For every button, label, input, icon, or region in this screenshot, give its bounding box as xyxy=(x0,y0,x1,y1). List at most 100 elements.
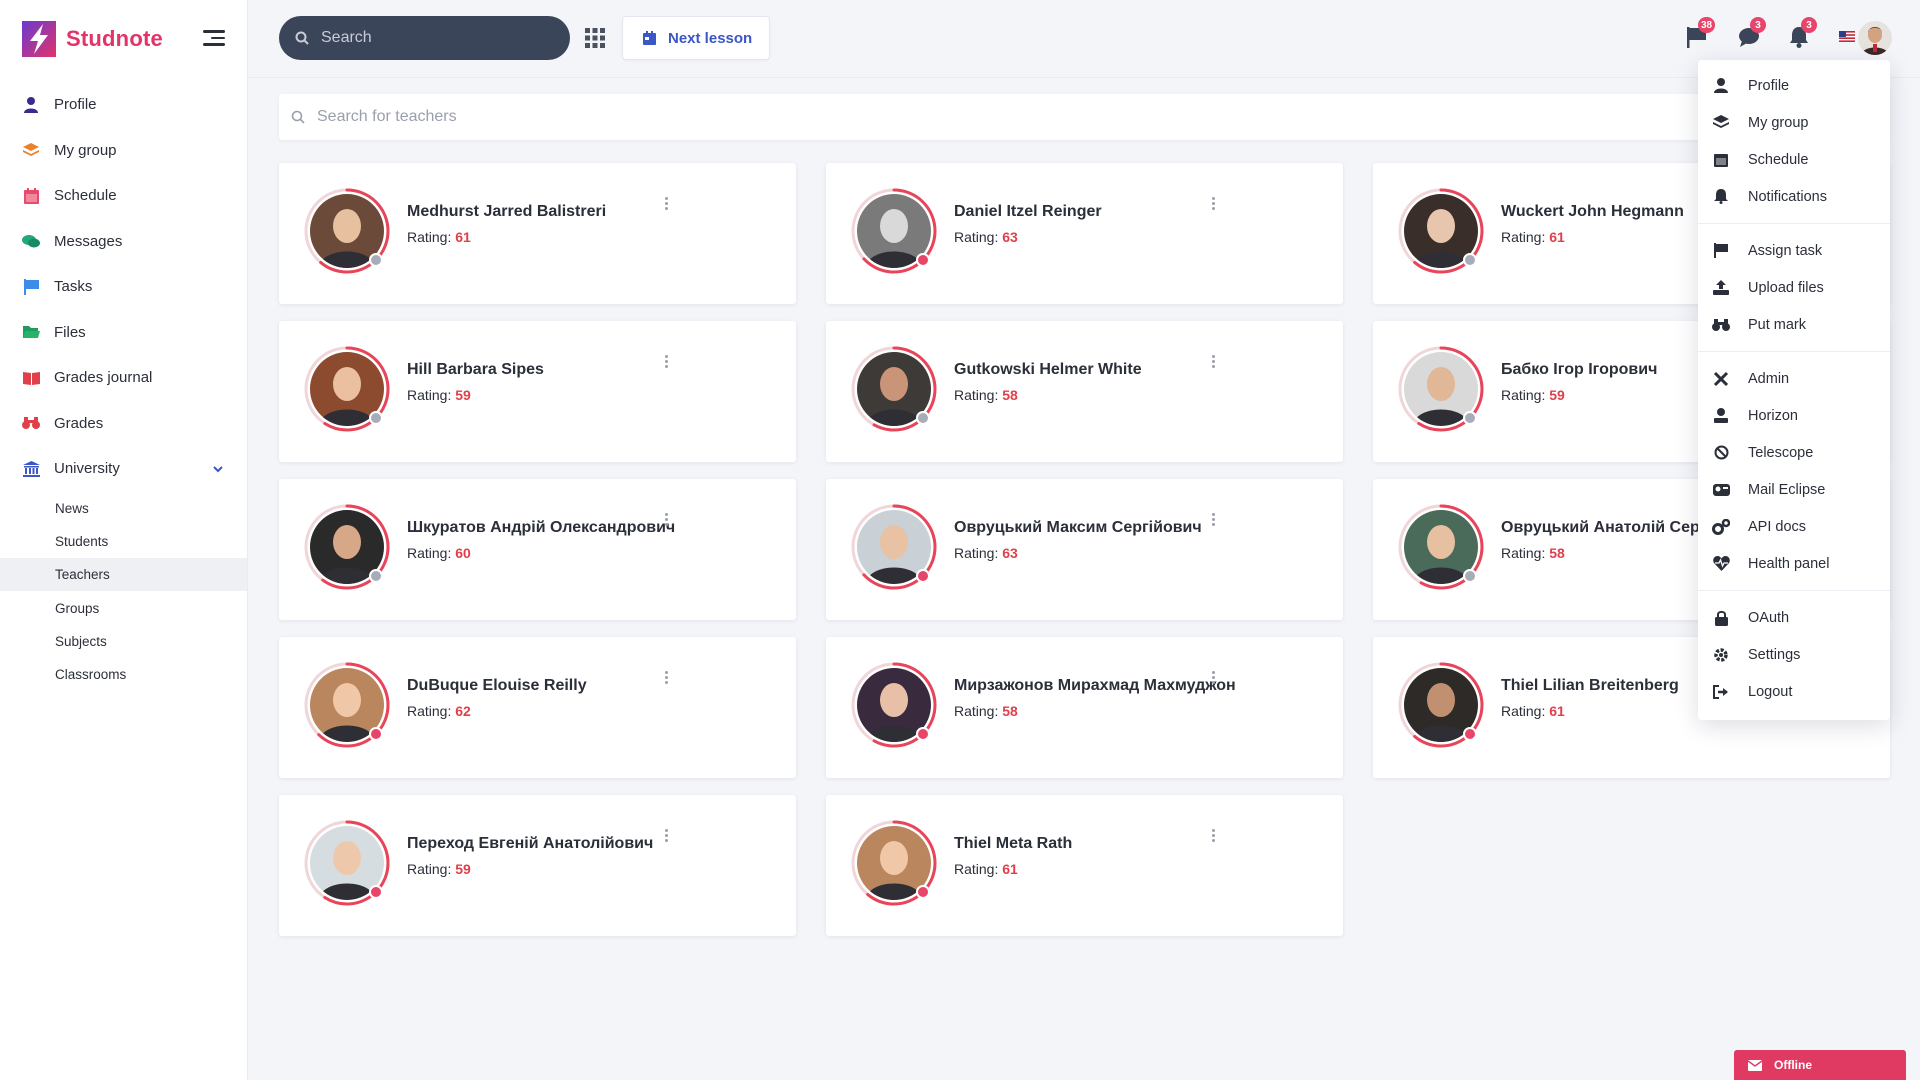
more-options-icon[interactable] xyxy=(665,355,669,371)
teacher-name[interactable]: Gutkowski Helmer White xyxy=(954,361,1142,379)
sidebar-item-profile[interactable]: Profile xyxy=(0,82,247,128)
tasks-flag-button[interactable]: 38 xyxy=(1686,17,1716,50)
more-options-icon[interactable] xyxy=(665,513,669,529)
search-icon xyxy=(291,110,305,124)
subnav-item-teachers[interactable]: Teachers xyxy=(0,558,247,592)
teacher-avatar[interactable] xyxy=(303,661,391,749)
teacher-name[interactable]: Thiel Lilian Breitenberg xyxy=(1501,677,1679,695)
subnav-item-news[interactable]: News xyxy=(0,492,247,525)
teacher-avatar[interactable] xyxy=(303,187,391,275)
global-search[interactable] xyxy=(279,16,570,60)
teacher-avatar[interactable] xyxy=(1397,187,1485,275)
more-options-icon[interactable] xyxy=(665,829,669,845)
teacher-card[interactable]: Шкуратов Андрій Олександрович Rating: 60 xyxy=(279,479,796,620)
menu-item-mail-eclipse[interactable]: Mail Eclipse xyxy=(1698,471,1890,508)
us-flag-icon[interactable] xyxy=(1839,31,1855,42)
upload-icon xyxy=(1712,279,1730,297)
menu-item-put-mark[interactable]: Put mark xyxy=(1698,306,1890,343)
teacher-card[interactable]: Овруцький Максим Сергійович Rating: 63 xyxy=(826,479,1343,620)
teacher-rating: Rating: 63 xyxy=(954,545,1018,561)
subnav-item-classrooms[interactable]: Classrooms xyxy=(0,658,247,691)
teacher-name[interactable]: Овруцький Максим Сергійович xyxy=(954,519,1202,537)
teacher-card[interactable]: Hill Barbara Sipes Rating: 59 xyxy=(279,321,796,462)
menu-item-logout[interactable]: Logout xyxy=(1698,673,1890,710)
teacher-card[interactable]: DuBuque Elouise Reilly Rating: 62 xyxy=(279,637,796,778)
teacher-name[interactable]: Переход Евгеній Анатолійович xyxy=(407,835,653,853)
apps-grid-icon[interactable] xyxy=(585,28,605,48)
more-options-icon[interactable] xyxy=(1212,513,1216,529)
teacher-name[interactable]: Medhurst Jarred Balistreri xyxy=(407,203,606,221)
teacher-name[interactable]: DuBuque Elouise Reilly xyxy=(407,677,587,695)
teacher-name[interactable]: Daniel Itzel Reinger xyxy=(954,203,1102,221)
teacher-avatar[interactable] xyxy=(1397,345,1485,433)
messages-button[interactable]: 3 xyxy=(1738,17,1766,50)
more-options-icon[interactable] xyxy=(1212,197,1216,213)
teacher-avatar[interactable] xyxy=(303,345,391,433)
menu-item-oauth[interactable]: OAuth xyxy=(1698,599,1890,636)
teacher-card[interactable]: Gutkowski Helmer White Rating: 58 xyxy=(826,321,1343,462)
user-avatar[interactable] xyxy=(1858,21,1892,55)
teacher-card[interactable]: Medhurst Jarred Balistreri Rating: 61 xyxy=(279,163,796,304)
menu-item-telescope[interactable]: Telescope xyxy=(1698,434,1890,471)
teacher-name[interactable]: Мирзажонов Мирахмад Махмуджон xyxy=(954,677,1236,695)
rating-value: 61 xyxy=(1549,703,1565,719)
teacher-avatar[interactable] xyxy=(850,187,938,275)
menu-item-api-docs[interactable]: API docs xyxy=(1698,508,1890,545)
notifications-button[interactable]: 3 xyxy=(1789,17,1817,50)
teacher-name[interactable]: Wuckert John Hegmann xyxy=(1501,203,1684,221)
menu-item-horizon[interactable]: Horizon xyxy=(1698,397,1890,434)
more-options-icon[interactable] xyxy=(665,671,669,687)
teacher-avatar[interactable] xyxy=(850,661,938,749)
menu-item-admin[interactable]: Admin xyxy=(1698,360,1890,397)
teacher-search-input[interactable] xyxy=(317,108,1817,126)
teacher-name[interactable]: Hill Barbara Sipes xyxy=(407,361,544,379)
menu-item-upload-files[interactable]: Upload files xyxy=(1698,269,1890,306)
more-options-icon[interactable] xyxy=(665,197,669,213)
teacher-avatar[interactable] xyxy=(850,345,938,433)
teacher-name[interactable]: Бабко Ігор Ігорович xyxy=(1501,361,1657,379)
teacher-rating: Rating: 59 xyxy=(407,387,471,403)
teacher-name[interactable]: Thiel Meta Rath xyxy=(954,835,1072,853)
menu-item-label: Settings xyxy=(1748,646,1801,663)
teacher-avatar[interactable] xyxy=(850,819,938,907)
rating-value: 59 xyxy=(1549,387,1565,403)
menu-item-notifications[interactable]: Notifications xyxy=(1698,178,1890,215)
subnav-item-students[interactable]: Students xyxy=(0,525,247,558)
teacher-avatar[interactable] xyxy=(303,819,391,907)
teacher-card[interactable]: Мирзажонов Мирахмад Махмуджон Rating: 58 xyxy=(826,637,1343,778)
teacher-card[interactable]: Переход Евгеній Анатолійович Rating: 59 xyxy=(279,795,796,936)
teacher-name[interactable]: Шкуратов Андрій Олександрович xyxy=(407,519,675,537)
more-options-icon[interactable] xyxy=(1212,671,1216,687)
teacher-avatar[interactable] xyxy=(1397,503,1485,591)
sidebar-item-tasks[interactable]: Tasks xyxy=(0,264,247,310)
menu-item-health-panel[interactable]: Health panel xyxy=(1698,545,1890,582)
sidebar-item-schedule[interactable]: Schedule xyxy=(0,173,247,219)
menu-item-settings[interactable]: Settings xyxy=(1698,636,1890,673)
menu-item-label: Schedule xyxy=(1748,151,1809,168)
sidebar-item-my-group[interactable]: My group xyxy=(0,128,247,174)
menu-toggle-icon[interactable] xyxy=(203,30,225,48)
search-input[interactable] xyxy=(321,29,541,47)
teacher-avatar[interactable] xyxy=(303,503,391,591)
more-options-icon[interactable] xyxy=(1212,355,1216,371)
subnav-item-groups[interactable]: Groups xyxy=(0,591,247,624)
sidebar-item-grades-journal[interactable]: Grades journal xyxy=(0,355,247,401)
sidebar-item-messages[interactable]: Messages xyxy=(0,219,247,265)
teacher-avatar[interactable] xyxy=(850,503,938,591)
teacher-rating: Rating: 62 xyxy=(407,703,471,719)
sidebar-item-files[interactable]: Files xyxy=(0,310,247,356)
subnav-item-subjects[interactable]: Subjects xyxy=(0,625,247,658)
teacher-avatar[interactable] xyxy=(1397,661,1485,749)
more-options-icon[interactable] xyxy=(1212,829,1216,845)
menu-item-schedule[interactable]: Schedule xyxy=(1698,141,1890,178)
menu-item-profile[interactable]: Profile xyxy=(1698,67,1890,104)
teacher-card[interactable]: Daniel Itzel Reinger Rating: 63 xyxy=(826,163,1343,304)
menu-item-assign-task[interactable]: Assign task xyxy=(1698,232,1890,269)
menu-item-my-group[interactable]: My group xyxy=(1698,104,1890,141)
next-lesson-button[interactable]: Next lesson xyxy=(622,16,770,60)
sidebar-item-grades[interactable]: Grades xyxy=(0,401,247,447)
teacher-card[interactable]: Thiel Meta Rath Rating: 61 xyxy=(826,795,1343,936)
offline-chat-bar[interactable]: Offline xyxy=(1734,1050,1906,1080)
teacher-search-bar[interactable] xyxy=(279,94,1889,140)
sidebar-item-university[interactable]: University xyxy=(0,446,247,492)
